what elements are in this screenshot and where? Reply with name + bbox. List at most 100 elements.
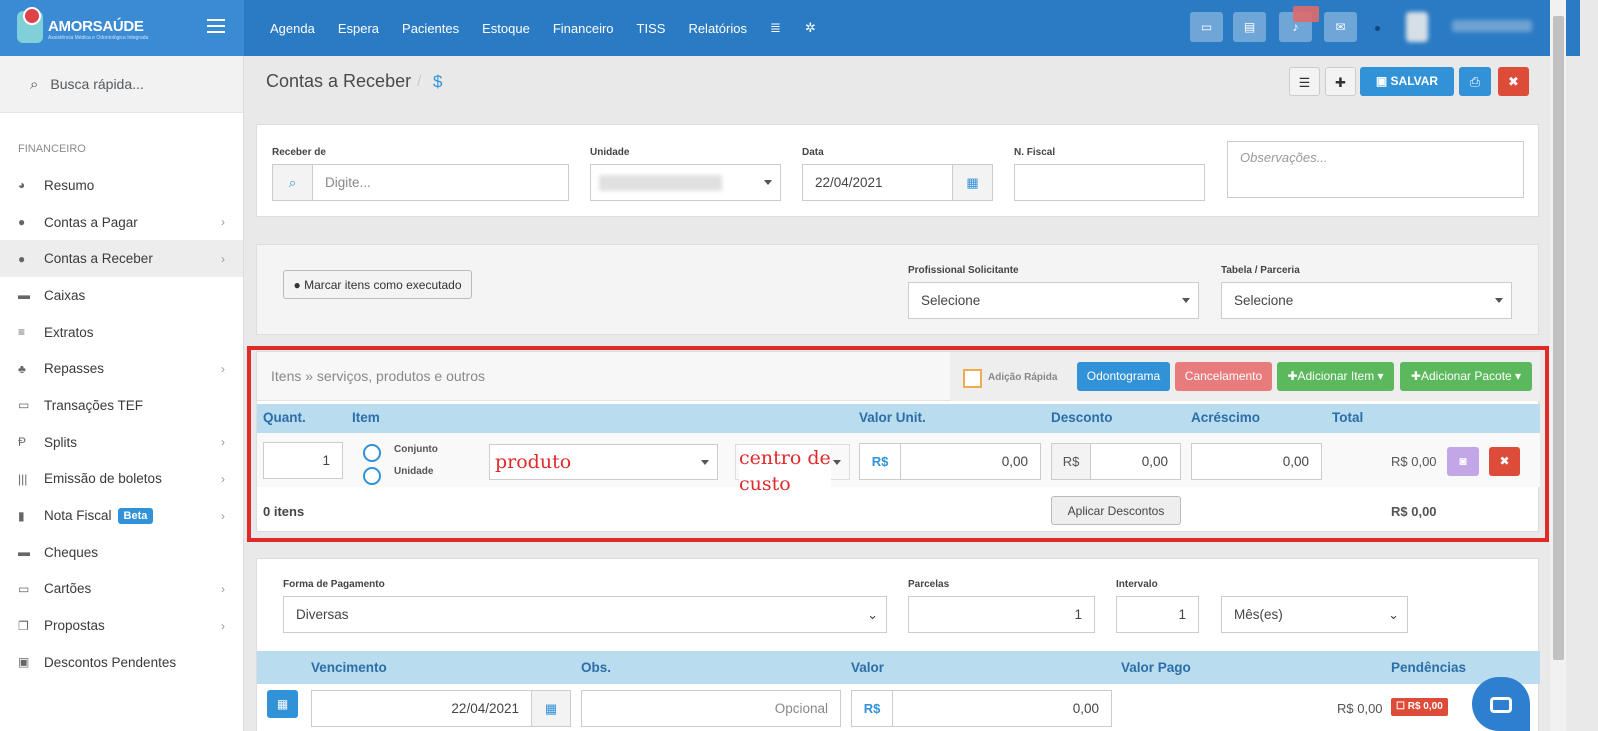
col-valor: Valor	[851, 660, 885, 675]
vencimento-input[interactable]: 22/04/2021	[311, 690, 532, 727]
intervalo-input[interactable]: 1	[1116, 596, 1199, 633]
list-icon: ≡	[18, 325, 26, 340]
database-icon[interactable]: ≣	[770, 20, 781, 36]
add-button[interactable]: ✚	[1325, 67, 1356, 96]
tabela-label: Tabela / Parceria	[1221, 265, 1300, 276]
observacoes-textarea[interactable]: Observações...	[1227, 141, 1524, 198]
sitemap-icon: ♣	[18, 361, 26, 376]
unidade-label: Unidade	[590, 147, 630, 158]
logo-icon	[17, 7, 43, 43]
sidebar-item-contas-a-pagar[interactable]: ● Contas a Pagar ›	[0, 204, 243, 241]
sidebar-item-label: Descontos Pendentes	[44, 654, 177, 670]
status-dot	[1375, 26, 1380, 31]
sidebar-item-label: Splits	[44, 434, 78, 450]
brand-tagline: Assistência Médica e Odontológica Integr…	[48, 35, 149, 41]
chevron-down-icon	[1182, 298, 1190, 303]
nav-financeiro[interactable]: Financeiro	[553, 21, 614, 36]
arrow-up-circle-icon: ●	[18, 215, 26, 230]
sidebar-item-caixas[interactable]: ▬ Caixas	[0, 277, 243, 314]
sidebar-item-splits[interactable]: Ᵽ Splits ›	[0, 424, 243, 461]
barcode-icon: |||	[18, 471, 28, 486]
sidebar-item-cartoes[interactable]: ▭ Cartões ›	[0, 571, 243, 608]
search-placeholder: Busca rápida...	[50, 76, 144, 92]
sidebar-item-extratos[interactable]: ≡ Extratos	[0, 314, 243, 351]
sidebar-item-emissao-de-boletos[interactable]: ||| Emissão de boletos ›	[0, 461, 243, 498]
nfiscal-input[interactable]	[1014, 164, 1205, 201]
splits-icon: Ᵽ	[18, 435, 27, 450]
chevron-right-icon: ›	[221, 581, 225, 596]
avatar[interactable]	[1406, 12, 1428, 42]
credit-card-icon: ▭	[18, 581, 30, 596]
list-view-button[interactable]: ☰	[1289, 67, 1320, 96]
data-input[interactable]: 22/04/2021	[802, 164, 953, 201]
mark-executed-button[interactable]: ● Marcar itens como executado	[283, 270, 472, 299]
sidebar-item-repasses[interactable]: ♣ Repasses ›	[0, 350, 243, 387]
prof-select[interactable]: Selecione	[908, 282, 1199, 319]
title-separator: /	[417, 73, 422, 90]
brand-name: AMORSAÚDE	[48, 18, 144, 35]
payment-card: Forma de Pagamento Diversas ⌄ Parcelas 1 …	[256, 558, 1540, 731]
sidebar-item-transacoes-tef[interactable]: ▭ Transações TEF	[0, 387, 243, 424]
chat-icon[interactable]: ✉	[1324, 12, 1357, 42]
obs-input[interactable]: Opcional	[581, 690, 841, 727]
sidebar-item-label: Caixas	[44, 287, 86, 303]
sidebar-item-resumo[interactable]: ◕ Resumo	[0, 167, 243, 204]
page-scrollbar[interactable]	[1550, 0, 1566, 731]
user-name-blurred[interactable]	[1452, 20, 1532, 32]
sidebar-item-propostas[interactable]: ❐ Propostas ›	[0, 607, 243, 644]
sidebar-item-label: Resumo	[44, 177, 95, 193]
nav-espera[interactable]: Espera	[338, 21, 379, 36]
sidebar-item-cheques[interactable]: ▬ Cheques	[0, 534, 243, 571]
sidebar-item-label: Nota Fiscal	[44, 508, 112, 524]
sidebar-item-label: Cartões	[44, 581, 92, 597]
periodo-select[interactable]: Mês(es) ⌄	[1221, 596, 1408, 633]
top-navbar: AMORSAÚDE Assistência Médica e Odontológ…	[0, 0, 1580, 56]
scrollbar-thumb[interactable]	[1553, 16, 1564, 660]
receber-de-input[interactable]: Digite...	[312, 164, 569, 201]
sidebar-item-contas-a-receber[interactable]: ● Contas a Receber ›	[0, 240, 243, 278]
menu-toggle-icon[interactable]	[207, 19, 225, 33]
quick-search[interactable]: ⌕ Busca rápida...	[0, 56, 243, 113]
calendar-icon[interactable]: ▦	[531, 690, 571, 727]
tabela-select[interactable]: Selecione	[1221, 282, 1512, 319]
nav-tiss[interactable]: TISS	[637, 21, 666, 36]
sidebar-item-nota-fiscal[interactable]: ▮ Nota Fiscal Beta ›	[0, 497, 243, 534]
main-nav: Agenda Espera Pacientes Estoque Financei…	[270, 0, 840, 56]
card-icon[interactable]: ▤	[1233, 12, 1266, 42]
forma-pagamento-select[interactable]: Diversas ⌄	[283, 596, 887, 633]
nav-agenda[interactable]: Agenda	[270, 21, 315, 36]
unidade-value-blurred	[599, 175, 722, 191]
valor-input[interactable]: 0,00	[892, 690, 1112, 727]
gear-icon[interactable]: ✲	[805, 20, 816, 36]
nav-estoque[interactable]: Estoque	[482, 21, 530, 36]
parcelas-input[interactable]: 1	[908, 596, 1095, 633]
intervalo-label: Intervalo	[1116, 579, 1158, 590]
sidebar-item-label: Propostas	[44, 618, 105, 634]
pendencia-badge[interactable]: ☐ R$ 0,00	[1391, 698, 1448, 716]
unidade-select[interactable]	[590, 164, 781, 201]
delete-button[interactable]: ✖	[1498, 67, 1529, 96]
payment-table-header: Vencimento Obs. Valor Valor Pago Pendênc…	[257, 651, 1540, 684]
print-button[interactable]: ⎙	[1459, 67, 1491, 96]
chevron-right-icon: ›	[221, 508, 225, 523]
barcode-icon: ▦	[276, 697, 289, 711]
nav-relatorios[interactable]: Relatórios	[688, 21, 747, 36]
chevron-right-icon: ›	[221, 361, 225, 376]
cheque-icon: ▬	[18, 545, 30, 560]
chat-widget-button[interactable]	[1472, 677, 1530, 731]
nav-pacientes[interactable]: Pacientes	[402, 21, 459, 36]
search-icon: ⌕	[30, 75, 39, 93]
sidebar-item-label: Repasses	[44, 361, 105, 377]
barcode-button[interactable]: ▦	[267, 690, 298, 718]
calendar-icon[interactable]: ▦	[952, 164, 993, 201]
inbox-icon[interactable]: ▭	[1190, 12, 1223, 42]
save-button[interactable]: ▣ SALVAR	[1360, 67, 1454, 96]
pendencia-value: R$ 0,00	[1407, 701, 1443, 712]
sidebar-item-descontos-pendentes[interactable]: ▣ Descontos Pendentes	[0, 644, 243, 681]
document-icon: ▮	[18, 508, 25, 523]
col-valor-pago: Valor Pago	[1121, 660, 1191, 675]
chevron-right-icon: ›	[221, 618, 225, 633]
brand[interactable]: AMORSAÚDE Assistência Médica e Odontológ…	[0, 0, 244, 56]
mark-executed-label: Marcar itens como executado	[304, 278, 462, 292]
beta-badge: Beta	[117, 507, 154, 524]
